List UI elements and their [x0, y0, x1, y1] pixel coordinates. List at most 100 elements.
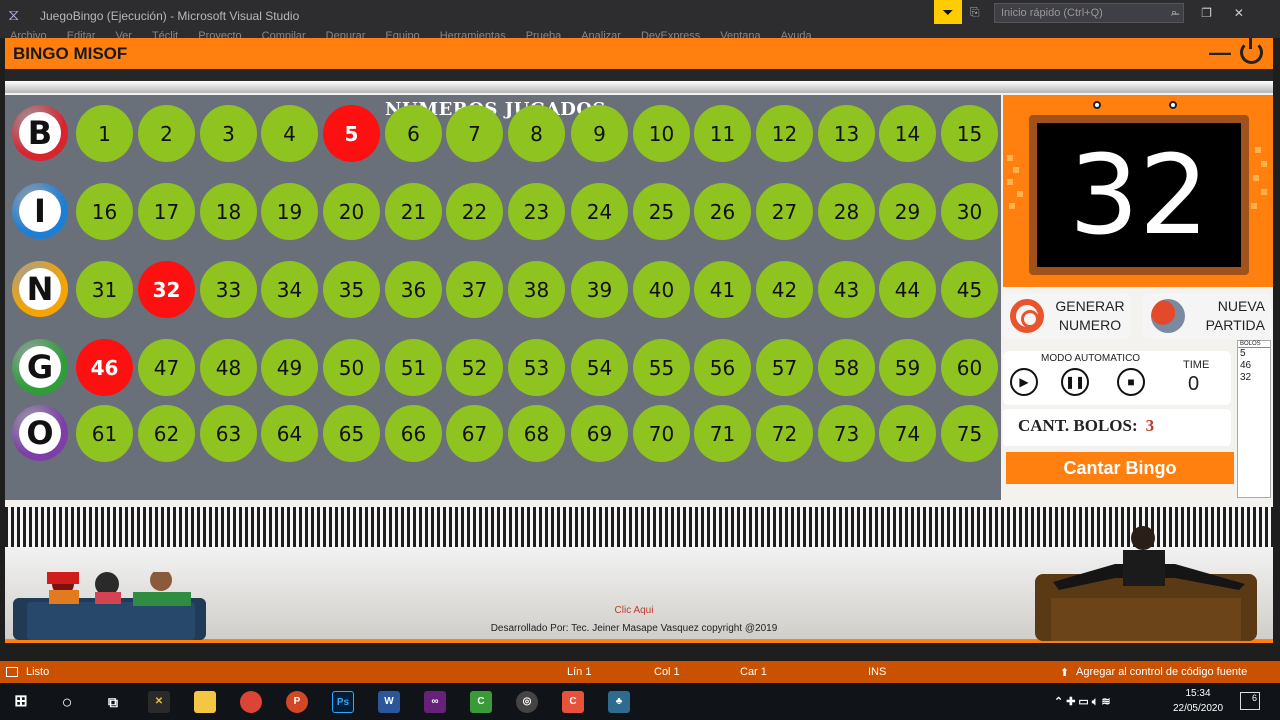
bingo-ball-2: 2	[138, 105, 195, 162]
bingo-ball-18: 18	[200, 183, 257, 240]
cantar-bingo-button[interactable]: Cantar Bingo	[1006, 452, 1234, 484]
bingo-ball-50: 50	[323, 339, 380, 396]
bingo-ball-33: 33	[200, 261, 257, 318]
called-balls-list[interactable]: BOLOS 5 46 32	[1237, 340, 1271, 498]
bingo-ball-57: 57	[756, 339, 813, 396]
bingo-ball-13: 13	[818, 105, 875, 162]
bingo-ball-7: 7	[446, 105, 503, 162]
pixel-deco	[1007, 155, 1013, 161]
minimize-button[interactable]: —	[1209, 40, 1231, 66]
bingo-ball-36: 36	[385, 261, 442, 318]
ball-count-label: CANT. BOLOS:	[1018, 416, 1138, 435]
bingo-letter-text: N	[19, 268, 61, 310]
header-shelf	[5, 69, 1273, 81]
bingo-ball-9: 9	[571, 105, 628, 162]
camtasia-icon[interactable]: C	[470, 691, 492, 713]
bingo-ball-4: 4	[261, 105, 318, 162]
bingo-ball-15: 15	[941, 105, 998, 162]
recorder-icon[interactable]: C	[562, 691, 584, 713]
bingo-ball-67: 67	[446, 405, 503, 462]
quick-launch-input[interactable]: Inicio rápido (Ctrl+Q) ⌕	[994, 3, 1184, 23]
bingo-ball-25: 25	[633, 183, 690, 240]
word-icon[interactable]: W	[378, 691, 400, 713]
notification-center-icon[interactable]: 6	[1240, 692, 1260, 710]
ball-count-value: 3	[1145, 416, 1155, 435]
bingo-ball-61: 61	[76, 405, 133, 462]
bingo-ball-47: 47	[138, 339, 195, 396]
media-player-icon[interactable]: ◎	[516, 691, 538, 713]
visual-studio-icon: ⧖	[8, 7, 20, 24]
task-view-icon[interactable]: ⧉	[102, 691, 124, 713]
clic-aqui-link[interactable]: Clic Aqui	[5, 605, 1263, 616]
pause-icon[interactable]: ❚❚	[1061, 368, 1089, 396]
time-label: TIME	[1183, 359, 1210, 371]
bingo-ball-10: 10	[633, 105, 690, 162]
bingo-ball-12: 12	[756, 105, 813, 162]
tools-app-icon[interactable]: ✕	[148, 691, 170, 713]
bingo-ball-5: 5	[323, 105, 380, 162]
bingo-ball-27: 27	[756, 183, 813, 240]
bingo-ball-48: 48	[200, 339, 257, 396]
bingo-ball-37: 37	[446, 261, 503, 318]
bingo-ball-74: 74	[879, 405, 936, 462]
bingo-ball-52: 52	[446, 339, 503, 396]
chrome-icon[interactable]	[240, 691, 262, 713]
window-controls[interactable]: –❐✕	[1173, 6, 1267, 20]
status-ready: Listo	[26, 666, 50, 678]
tv-antenna-right	[1169, 101, 1177, 109]
stop-icon[interactable]: ■	[1117, 368, 1145, 396]
play-icon[interactable]: ▶	[1010, 368, 1038, 396]
search-circle-icon[interactable]: ○	[56, 691, 78, 713]
taskbar-clock[interactable]: 15:34 22/05/2020	[1170, 686, 1226, 716]
bingo-ball-49: 49	[261, 339, 318, 396]
feedback-filter-icon[interactable]: ⏷	[934, 0, 962, 24]
bingo-app-taskbar-icon[interactable]: ♣	[608, 691, 630, 713]
called-balls-items: 5 46 32	[1238, 348, 1270, 384]
status-ready-icon	[6, 667, 18, 677]
ball-count-box: CANT. BOLOS: 3	[1003, 409, 1231, 446]
bingo-ball-21: 21	[385, 183, 442, 240]
bingo-ball-30: 30	[941, 183, 998, 240]
visual-studio-icon[interactable]: ∞	[424, 691, 446, 713]
source-control-upload-icon[interactable]: ⬆	[1060, 666, 1069, 679]
bingo-ball-22: 22	[446, 183, 503, 240]
generate-number-button[interactable]: GENERAR NUMERO	[1003, 293, 1131, 339]
photoshop-icon[interactable]: Ps	[332, 691, 354, 713]
generate-label-line2: NUMERO	[1058, 317, 1122, 333]
bingo-letter-text: I	[19, 190, 61, 232]
bingo-ball-66: 66	[385, 405, 442, 462]
bingo-ball-19: 19	[261, 183, 318, 240]
called-balls-header: BOLOS	[1238, 341, 1270, 348]
bingo-ball-6: 6	[385, 105, 442, 162]
bingo-ball-39: 39	[571, 261, 628, 318]
file-explorer-icon[interactable]	[194, 691, 216, 713]
visual-studio-titlebar: ⧖ JuegoBingo (Ejecución) - Microsoft Vis…	[0, 0, 1280, 40]
status-char: Car 1	[740, 666, 767, 678]
source-control-button[interactable]: Agregar al control de código fuente	[1076, 666, 1247, 678]
bingo-letter-g: G	[12, 339, 68, 395]
bingo-ball-69: 69	[571, 405, 628, 462]
bingo-ball-14: 14	[879, 105, 936, 162]
bingo-ball-62: 62	[138, 405, 195, 462]
shelf-gradient	[5, 81, 1273, 93]
user-icon[interactable]: ⎘	[970, 5, 980, 20]
windows-start-icon[interactable]: ⊞	[10, 691, 32, 713]
powerpoint-icon[interactable]: P	[286, 691, 308, 713]
developer-credit: Desarrollado Por: Tec. Jeiner Masape Vas…	[490, 623, 778, 634]
bingo-letter-text: B	[19, 112, 61, 154]
bingo-ball-24: 24	[571, 183, 628, 240]
bingo-ball-58: 58	[818, 339, 875, 396]
bingo-ball-31: 31	[76, 261, 133, 318]
bingo-ball-29: 29	[879, 183, 936, 240]
power-icon[interactable]	[1240, 38, 1263, 64]
generate-label-line1: GENERAR	[1055, 298, 1125, 314]
bingo-ball-3: 3	[200, 105, 257, 162]
bingo-ball-64: 64	[261, 405, 318, 462]
status-column: Col 1	[654, 666, 680, 678]
quick-launch-placeholder: Inicio rápido (Ctrl+Q)	[1001, 7, 1103, 19]
system-tray-icons[interactable]: ⌃✚▭🔈︎≋	[1054, 691, 1124, 713]
new-game-button[interactable]: NUEVA PARTIDA	[1143, 293, 1271, 339]
bingo-letter-text: G	[19, 346, 61, 388]
bingo-letter-text: O	[19, 412, 61, 454]
casino-chips-icon	[1151, 299, 1185, 333]
